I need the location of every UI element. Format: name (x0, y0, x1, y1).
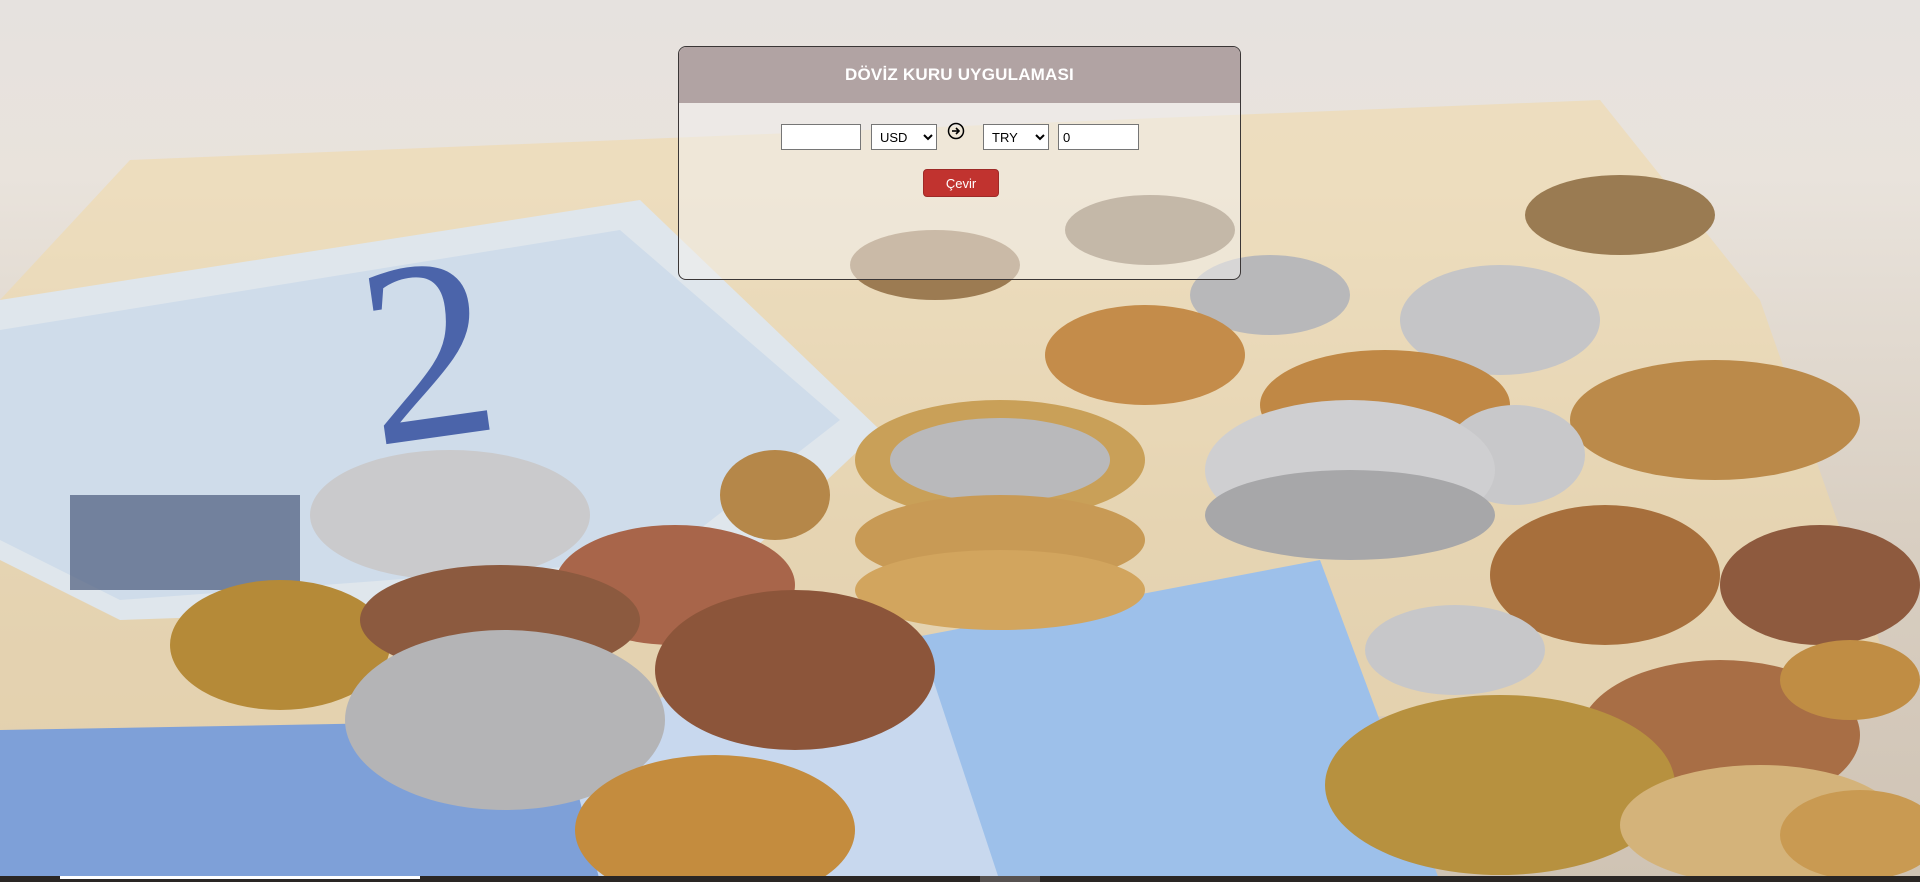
bottom-scroll-bar (0, 876, 1920, 882)
from-currency-select[interactable]: USD (871, 124, 937, 150)
panel-header: DÖVİZ KURU UYGULAMASI (679, 47, 1240, 103)
arrow-circle-right-icon[interactable] (947, 122, 965, 140)
amount-input[interactable] (781, 124, 861, 150)
currency-converter-panel: DÖVİZ KURU UYGULAMASI USD TRY Çevir (678, 46, 1241, 280)
to-currency-select[interactable]: TRY (983, 124, 1049, 150)
converter-row: USD TRY (679, 122, 1240, 150)
result-field[interactable] (1058, 124, 1139, 150)
bottom-bar-segment (60, 876, 420, 879)
bottom-bar-thumb[interactable] (980, 876, 1040, 882)
app-title: DÖVİZ KURU UYGULAMASI (845, 65, 1074, 84)
convert-button[interactable]: Çevir (923, 169, 999, 197)
